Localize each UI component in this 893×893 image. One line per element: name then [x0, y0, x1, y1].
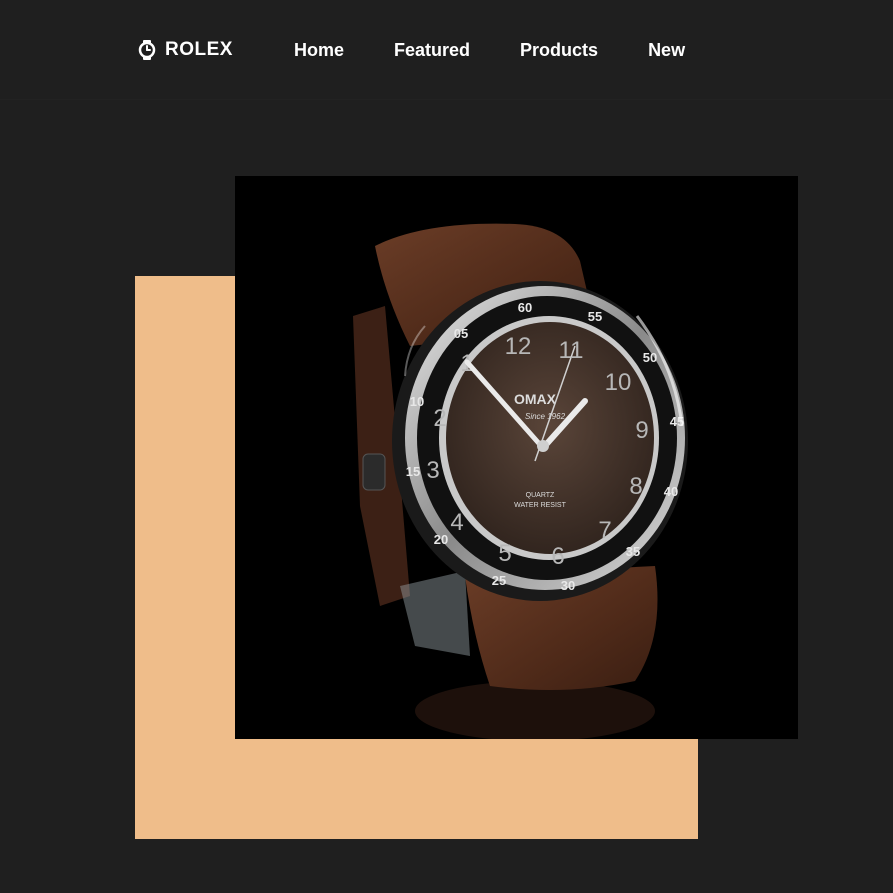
svg-text:15: 15: [406, 464, 420, 479]
nav-link-featured[interactable]: Featured: [394, 40, 470, 61]
svg-text:7: 7: [598, 517, 611, 544]
svg-text:05: 05: [454, 326, 468, 341]
hero-section: 60 55 50 45 40 35 30 25 20 15 10 05 12 1…: [0, 100, 893, 893]
svg-text:20: 20: [434, 532, 448, 547]
dial-line2: WATER RESIST: [514, 502, 566, 509]
watch-icon: [137, 39, 157, 61]
svg-text:50: 50: [643, 350, 657, 365]
dial-tagline: Since 1962: [525, 412, 566, 421]
svg-text:40: 40: [664, 484, 678, 499]
dial-brand: OMAX: [514, 391, 557, 407]
brand-logo-link[interactable]: ROLEX: [137, 38, 233, 62]
svg-text:35: 35: [626, 544, 640, 559]
brand-name: ROLEX: [165, 39, 233, 60]
nav-link-new[interactable]: New: [648, 40, 685, 61]
nav-link-products[interactable]: Products: [520, 40, 598, 61]
svg-text:2: 2: [433, 405, 446, 432]
svg-text:8: 8: [629, 473, 642, 500]
dial-line1: QUARTZ: [526, 492, 555, 499]
svg-text:60: 60: [518, 300, 532, 315]
main-nav: Home Featured Products New: [294, 38, 735, 62]
watch-product-photo[interactable]: 60 55 50 45 40 35 30 25 20 15 10 05 12 1…: [235, 176, 798, 739]
svg-text:30: 30: [561, 578, 575, 593]
svg-text:12: 12: [505, 333, 532, 360]
svg-text:9: 9: [635, 417, 648, 444]
svg-text:10: 10: [605, 369, 632, 396]
svg-text:5: 5: [498, 540, 511, 567]
svg-text:10: 10: [410, 394, 424, 409]
svg-text:6: 6: [551, 543, 564, 570]
svg-text:11: 11: [559, 337, 584, 364]
nav-link-home[interactable]: Home: [294, 40, 344, 61]
svg-text:25: 25: [492, 573, 506, 588]
svg-text:3: 3: [426, 457, 439, 484]
top-navbar: ROLEX Home Featured Products New: [0, 0, 893, 100]
svg-text:55: 55: [588, 309, 602, 324]
svg-text:4: 4: [450, 509, 463, 536]
